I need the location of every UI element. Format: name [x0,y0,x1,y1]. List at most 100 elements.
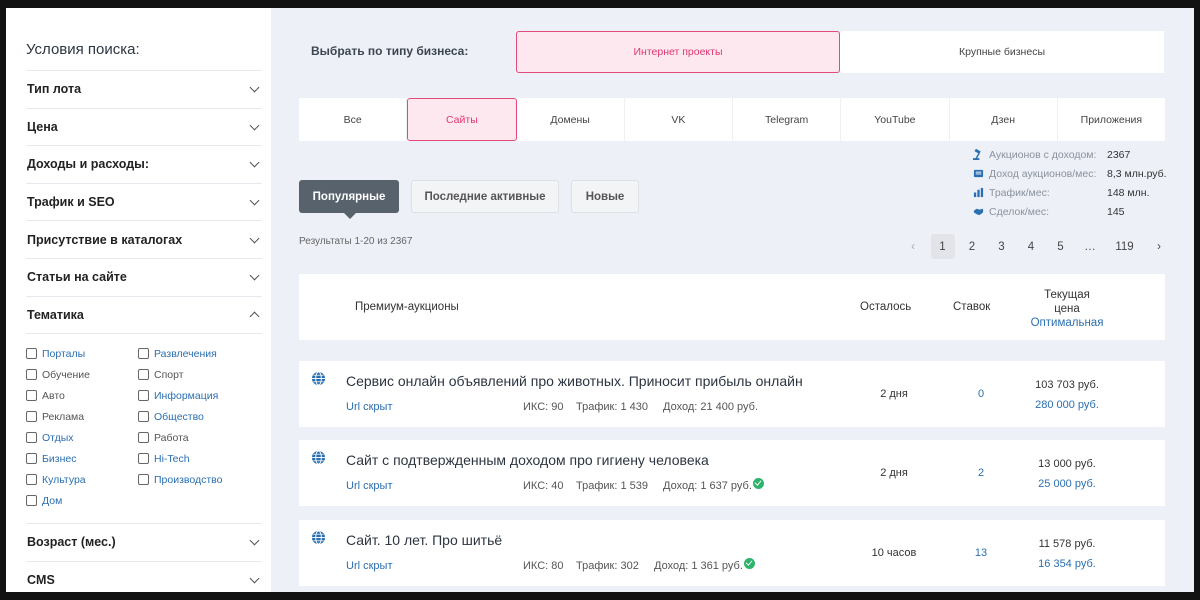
checkbox-icon[interactable] [26,495,37,507]
lot-iks: ИКС: 40 [523,480,564,492]
lot-current-price: 11 578 руб. [1038,538,1096,550]
topic-checkbox-item-6[interactable]: Реклама [26,406,138,427]
column-bids[interactable]: Ставок [953,301,990,313]
column-time-left[interactable]: Осталось [860,301,911,313]
topic-checkbox-item-14[interactable]: Дом [26,490,138,511]
verified-check-icon [743,557,755,569]
table-row[interactable]: Сайт. 10 лет. Про шитьё Url скрыт ИКС: 80 Т… [299,520,1165,586]
hammer-icon [973,148,984,160]
sort-recent-active-button[interactable]: Последние активные [411,180,559,213]
pagination-page-item-1[interactable]: 2 [960,234,984,259]
filter-section-item-5[interactable]: Статьи на сайте [26,259,262,297]
table-row[interactable]: Сайт с подтвержденным доходом про гигиен… [299,440,1165,506]
stat-label: Трафик/мес: [989,186,1050,199]
topic-checkbox-item-12[interactable]: Культура [26,469,138,490]
topic-label: Бизнес [42,452,77,465]
checkbox-icon[interactable] [26,411,37,423]
price-sort-optimal-link[interactable]: Оптимальная [1007,316,1127,330]
bar-chart-icon [973,187,984,198]
chevron-down-icon [249,120,260,131]
category-tab-item-2[interactable]: Домены [517,98,625,141]
lot-title-link[interactable]: Сервис онлайн объявлений про животных. П… [346,373,803,389]
filter-section-label: Тип лота [27,82,82,97]
pagination-page-item-2[interactable]: 3 [990,234,1014,259]
filter-section-label: CMS [27,573,55,588]
checkbox-icon[interactable] [26,369,37,381]
sort-popular-button[interactable]: Популярные [299,180,399,219]
pagination-next-button[interactable]: › [1147,234,1171,259]
checkbox-icon[interactable] [26,348,37,360]
checkbox-icon[interactable] [26,453,37,465]
topics-list: Порталы Развлечения Обучение Спорт Авто Инфор… [26,333,262,525]
pagination-page-item-4[interactable]: 5 [1049,234,1073,259]
globe-icon [311,450,326,465]
checkbox-icon[interactable] [26,474,37,486]
topic-checkbox-item-8[interactable]: Отдых [26,427,138,448]
category-tab-item-1[interactable]: Сайты [407,98,517,141]
topic-checkbox-item-2[interactable]: Обучение [26,364,138,385]
category-tab-item-7[interactable]: Приложения [1058,98,1165,141]
lot-title-link[interactable]: Сайт с подтвержденным доходом про гигиен… [346,452,709,468]
pagination-page-item-5: … [1084,240,1096,253]
filter-section-bottom-item-1[interactable]: CMS [26,562,262,592]
lot-iks: ИКС: 90 [523,401,564,413]
url-hidden-link[interactable]: Url скрыт [346,560,392,572]
checkbox-icon[interactable] [138,411,149,423]
category-tab-item-0[interactable]: Все [299,98,408,141]
topic-checkbox-item-0[interactable]: Порталы [26,343,138,364]
business-internet-projects-button[interactable]: Интернет проекты [516,31,840,73]
lot-bids-link[interactable]: 2 [951,467,1011,479]
checkbox-icon[interactable] [138,369,149,381]
filter-section-item-2[interactable]: Доходы и расходы: [26,146,262,184]
chevron-down-icon [249,270,260,281]
topic-checkbox-item-10[interactable]: Бизнес [26,448,138,469]
checkbox-icon[interactable] [26,390,37,402]
business-large-button[interactable]: Крупные бизнесы [840,31,1164,73]
search-filters-sidebar: Условия поиска: Тип лота Цена Доходы и рас… [6,8,271,592]
category-tab-item-5[interactable]: YouTube [841,98,950,141]
topic-label: Развлечения [154,347,217,360]
filter-section-item-6[interactable]: Тематика [26,297,262,335]
lot-bids-link[interactable]: 13 [951,547,1011,559]
category-tab-item-3[interactable]: VK [625,98,733,141]
pagination-page-item-6[interactable]: 119 [1108,234,1142,259]
checkbox-icon[interactable] [138,453,149,465]
filter-section-item-4[interactable]: Присутствие в каталогах [26,221,262,259]
topic-checkbox-item-4[interactable]: Авто [26,385,138,406]
topic-checkbox-item-11[interactable]: Hi-Tech [138,448,258,469]
pagination-page-item-3[interactable]: 4 [1019,234,1043,259]
filter-section-bottom-item-0[interactable]: Возраст (мес.) [26,524,262,562]
topic-checkbox-item-1[interactable]: Развлечения [138,343,258,364]
pagination-prev-button[interactable]: ‹ [901,234,925,259]
lot-income-text: Доход: 21 400 руб. [663,401,759,413]
checkbox-icon[interactable] [138,348,149,360]
pagination-page-item-0[interactable]: 1 [930,234,955,259]
filter-section-item-3[interactable]: Трафик и SEO [26,184,262,222]
chevron-up-icon [249,311,260,322]
checkbox-icon[interactable] [138,474,149,486]
column-current-price[interactable]: Текущая цена Оптимальная [1007,288,1127,330]
filter-section-label: Цена [27,119,58,134]
checkbox-icon[interactable] [138,390,149,402]
auction-stats: Аукционов с доходом: 2367 Доход аукционов/… [973,145,1167,221]
lot-title-link[interactable]: Сайт. 10 лет. Про шитьё [346,532,502,548]
url-hidden-link[interactable]: Url скрыт [346,401,392,413]
category-tab-item-4[interactable]: Telegram [733,98,842,141]
lot-income-text: Доход: 1 361 руб. [654,560,743,572]
topic-checkbox-item-5[interactable]: Информация [138,385,258,406]
topic-checkbox-item-7[interactable]: Общество [138,406,258,427]
checkbox-icon[interactable] [138,432,149,444]
url-hidden-link[interactable]: Url скрыт [346,480,392,492]
sort-new-button[interactable]: Новые [571,180,639,213]
topic-checkbox-item-13[interactable]: Производство [138,469,258,490]
filter-section-item-0[interactable]: Тип лота [26,71,262,109]
checkbox-icon[interactable] [26,432,37,444]
lot-bids-link[interactable]: 0 [951,388,1011,400]
table-row[interactable]: Сервис онлайн объявлений про животных. П… [299,361,1165,427]
filter-section-item-1[interactable]: Цена [26,109,262,147]
topic-checkbox-item-3[interactable]: Спорт [138,364,258,385]
topic-checkbox-item-9[interactable]: Работа [138,427,258,448]
category-tab-item-6[interactable]: Дзен [950,98,1058,141]
lot-income-text: Доход: 1 637 руб. [663,480,752,492]
chevron-down-icon [249,233,260,244]
